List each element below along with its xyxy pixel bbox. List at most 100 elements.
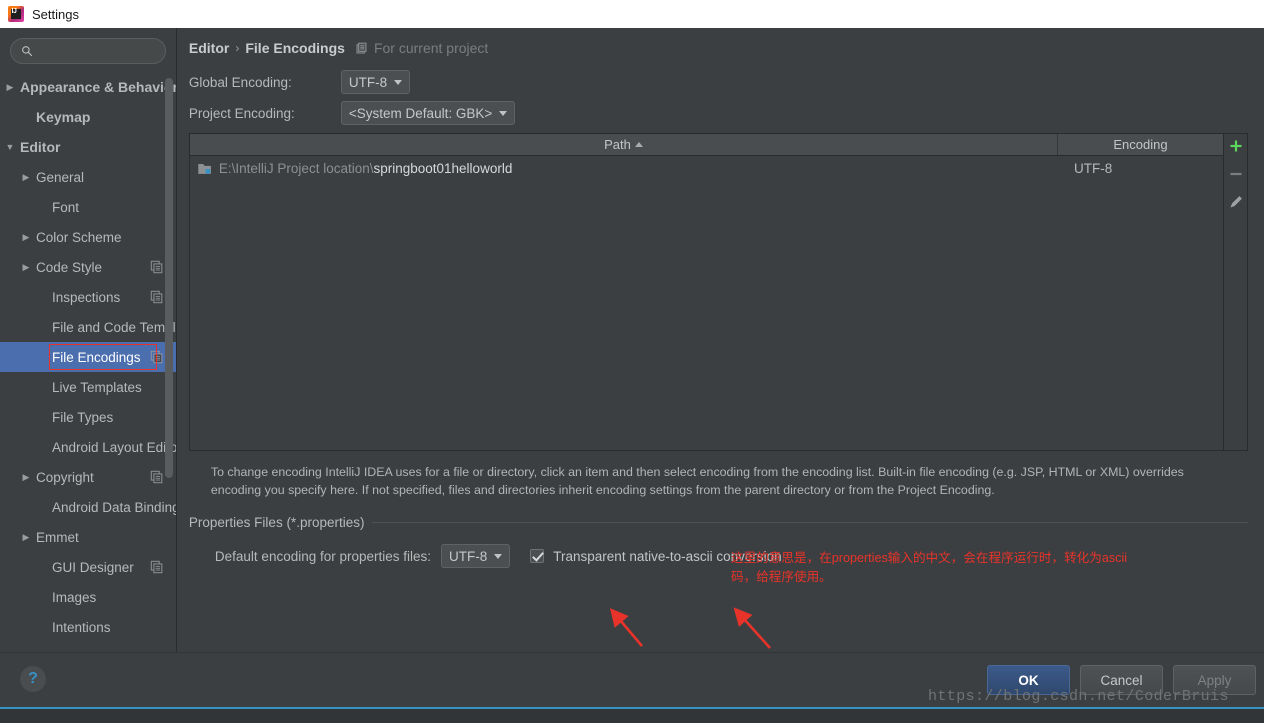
sidebar-item-copyright[interactable]: ▶ Copyright xyxy=(0,462,176,492)
window-title: Settings xyxy=(32,6,79,22)
copy-settings-icon[interactable] xyxy=(150,470,164,484)
chevron-right-icon[interactable]: ▶ xyxy=(16,172,36,182)
chevron-right-icon[interactable]: ▶ xyxy=(16,232,36,242)
remove-icon[interactable] xyxy=(1228,166,1244,182)
properties-group-title: Properties Files (*.properties) xyxy=(188,515,365,530)
chevron-right-icon[interactable]: ▶ xyxy=(16,532,36,542)
encodings-table-header: Path Encoding xyxy=(189,134,1223,156)
sidebar-item-label: Android Layout Editor xyxy=(52,439,177,455)
sidebar-item-gui-designer[interactable]: GUI Designer xyxy=(0,552,176,582)
search-box[interactable] xyxy=(10,38,166,64)
sidebar-scrollbar-thumb[interactable] xyxy=(164,78,173,478)
sidebar-item-label: Code Style xyxy=(36,259,103,275)
chevron-right-icon[interactable]: ▶ xyxy=(16,262,36,272)
chevron-right-icon[interactable]: ▶ xyxy=(0,82,20,92)
project-encoding-value: <System Default: GBK> xyxy=(348,105,493,121)
encodings-table-toolbar xyxy=(1223,134,1247,450)
settings-tree: ▶ Appearance & Behavior Keymap ▼ Editor ▶ Gen… xyxy=(0,72,176,642)
chevron-down-icon[interactable]: ▼ xyxy=(0,142,20,152)
status-bar xyxy=(0,707,1264,723)
table-cell-encoding[interactable]: UTF-8 xyxy=(1058,161,1223,176)
default-properties-encoding-value: UTF-8 xyxy=(449,548,488,564)
default-properties-encoding-dropdown[interactable]: UTF-8 xyxy=(441,544,511,568)
encodings-table-body: E:\IntelliJ Project location\springboot0… xyxy=(189,156,1223,450)
help-button[interactable]: ? xyxy=(20,666,46,692)
project-encoding-label: Project Encoding: xyxy=(188,105,295,121)
properties-files-group: Properties Files (*.properties) Default … xyxy=(189,515,1248,568)
sidebar-item-font[interactable]: Font xyxy=(0,192,176,222)
dialog-buttons: OK Cancel Apply xyxy=(987,665,1256,695)
native-to-ascii-checkbox-row[interactable]: Transparent native-to-ascii conversion xyxy=(530,549,782,564)
encodings-table: Path Encoding E:\IntelliJ Project locati… xyxy=(188,133,1248,451)
sidebar-item-android-data-binding[interactable]: Android Data Binding xyxy=(0,492,176,522)
breadcrumb-current: File Encodings xyxy=(245,40,345,56)
project-encoding-dropdown[interactable]: <System Default: GBK> xyxy=(340,101,516,125)
chevron-down-icon xyxy=(394,79,403,85)
sidebar-item-label: File and Code Templates xyxy=(52,319,176,335)
settings-content-panel: Editor › File Encodings For current proj… xyxy=(177,28,1264,652)
sidebar-item-keymap[interactable]: Keymap xyxy=(0,102,176,132)
search-icon xyxy=(22,46,33,57)
column-header-path[interactable]: Path xyxy=(190,134,1058,155)
sidebar-item-label: GUI Designer xyxy=(52,559,134,575)
sidebar-item-file-and-code-templates[interactable]: File and Code Templates xyxy=(0,312,176,342)
cancel-button[interactable]: Cancel xyxy=(1080,665,1163,695)
sidebar-item-intentions[interactable]: Intentions xyxy=(0,612,176,642)
copy-settings-icon[interactable] xyxy=(150,560,164,574)
sidebar-item-appearance-behavior[interactable]: ▶ Appearance & Behavior xyxy=(0,72,176,102)
sidebar-item-general[interactable]: ▶ General xyxy=(0,162,176,192)
sidebar-item-label: Emmet xyxy=(36,529,79,545)
copy-settings-icon[interactable] xyxy=(150,290,164,304)
sidebar-item-emmet[interactable]: ▶ Emmet xyxy=(0,522,176,552)
copy-settings-icon[interactable] xyxy=(150,350,164,364)
chevron-right-icon[interactable]: ▶ xyxy=(16,472,36,482)
column-header-path-label: Path xyxy=(604,137,631,152)
sidebar-item-label: Intentions xyxy=(52,619,111,635)
search-input[interactable] xyxy=(39,44,155,58)
project-encoding-row: Project Encoding: <System Default: GBK> xyxy=(189,101,1248,125)
global-encoding-value: UTF-8 xyxy=(348,74,388,90)
sidebar-item-label: Inspections xyxy=(52,289,121,305)
sidebar-item-live-templates[interactable]: Live Templates xyxy=(0,372,176,402)
sidebar-item-label: Font xyxy=(52,199,80,215)
sort-ascending-icon xyxy=(634,142,643,147)
sidebar-item-color-scheme[interactable]: ▶ Color Scheme xyxy=(0,222,176,252)
project-scope-icon xyxy=(356,42,367,53)
breadcrumb-scope-note: For current project xyxy=(373,40,489,56)
sidebar-item-label: Android Data Binding xyxy=(52,499,177,515)
sidebar-item-label: Images xyxy=(52,589,97,605)
native-to-ascii-checkbox[interactable] xyxy=(530,549,545,563)
copy-settings-icon[interactable] xyxy=(150,260,164,274)
column-header-encoding[interactable]: Encoding xyxy=(1058,134,1223,155)
properties-group-body: Default encoding for properties files: U… xyxy=(189,544,1248,568)
edit-icon[interactable] xyxy=(1228,194,1244,210)
sidebar-item-label: General xyxy=(36,169,85,185)
sidebar-item-editor[interactable]: ▼ Editor xyxy=(0,132,176,162)
sidebar-item-label: File Types xyxy=(52,409,114,425)
breadcrumb: Editor › File Encodings For current proj… xyxy=(189,40,1248,56)
table-row[interactable]: E:\IntelliJ Project location\springboot0… xyxy=(190,156,1223,181)
sidebar-item-android-layout-editor[interactable]: Android Layout Editor xyxy=(0,432,176,462)
sidebar-item-inspections[interactable]: Inspections xyxy=(0,282,176,312)
sidebar-item-file-encodings[interactable]: File Encodings xyxy=(0,342,176,372)
apply-button: Apply xyxy=(1173,665,1256,695)
settings-dialog: ▶ Appearance & Behavior Keymap ▼ Editor ▶ Gen… xyxy=(0,28,1264,723)
sidebar-item-code-style[interactable]: ▶ Code Style xyxy=(0,252,176,282)
global-encoding-label: Global Encoding: xyxy=(188,74,292,90)
ok-button[interactable]: OK xyxy=(987,665,1070,695)
global-encoding-dropdown[interactable]: UTF-8 xyxy=(340,70,411,94)
add-icon[interactable] xyxy=(1228,138,1244,154)
sidebar-item-file-types[interactable]: File Types xyxy=(0,402,176,432)
breadcrumb-parent[interactable]: Editor xyxy=(189,40,229,56)
sidebar-item-label: Live Templates xyxy=(52,379,142,395)
sidebar-item-images[interactable]: Images xyxy=(0,582,176,612)
